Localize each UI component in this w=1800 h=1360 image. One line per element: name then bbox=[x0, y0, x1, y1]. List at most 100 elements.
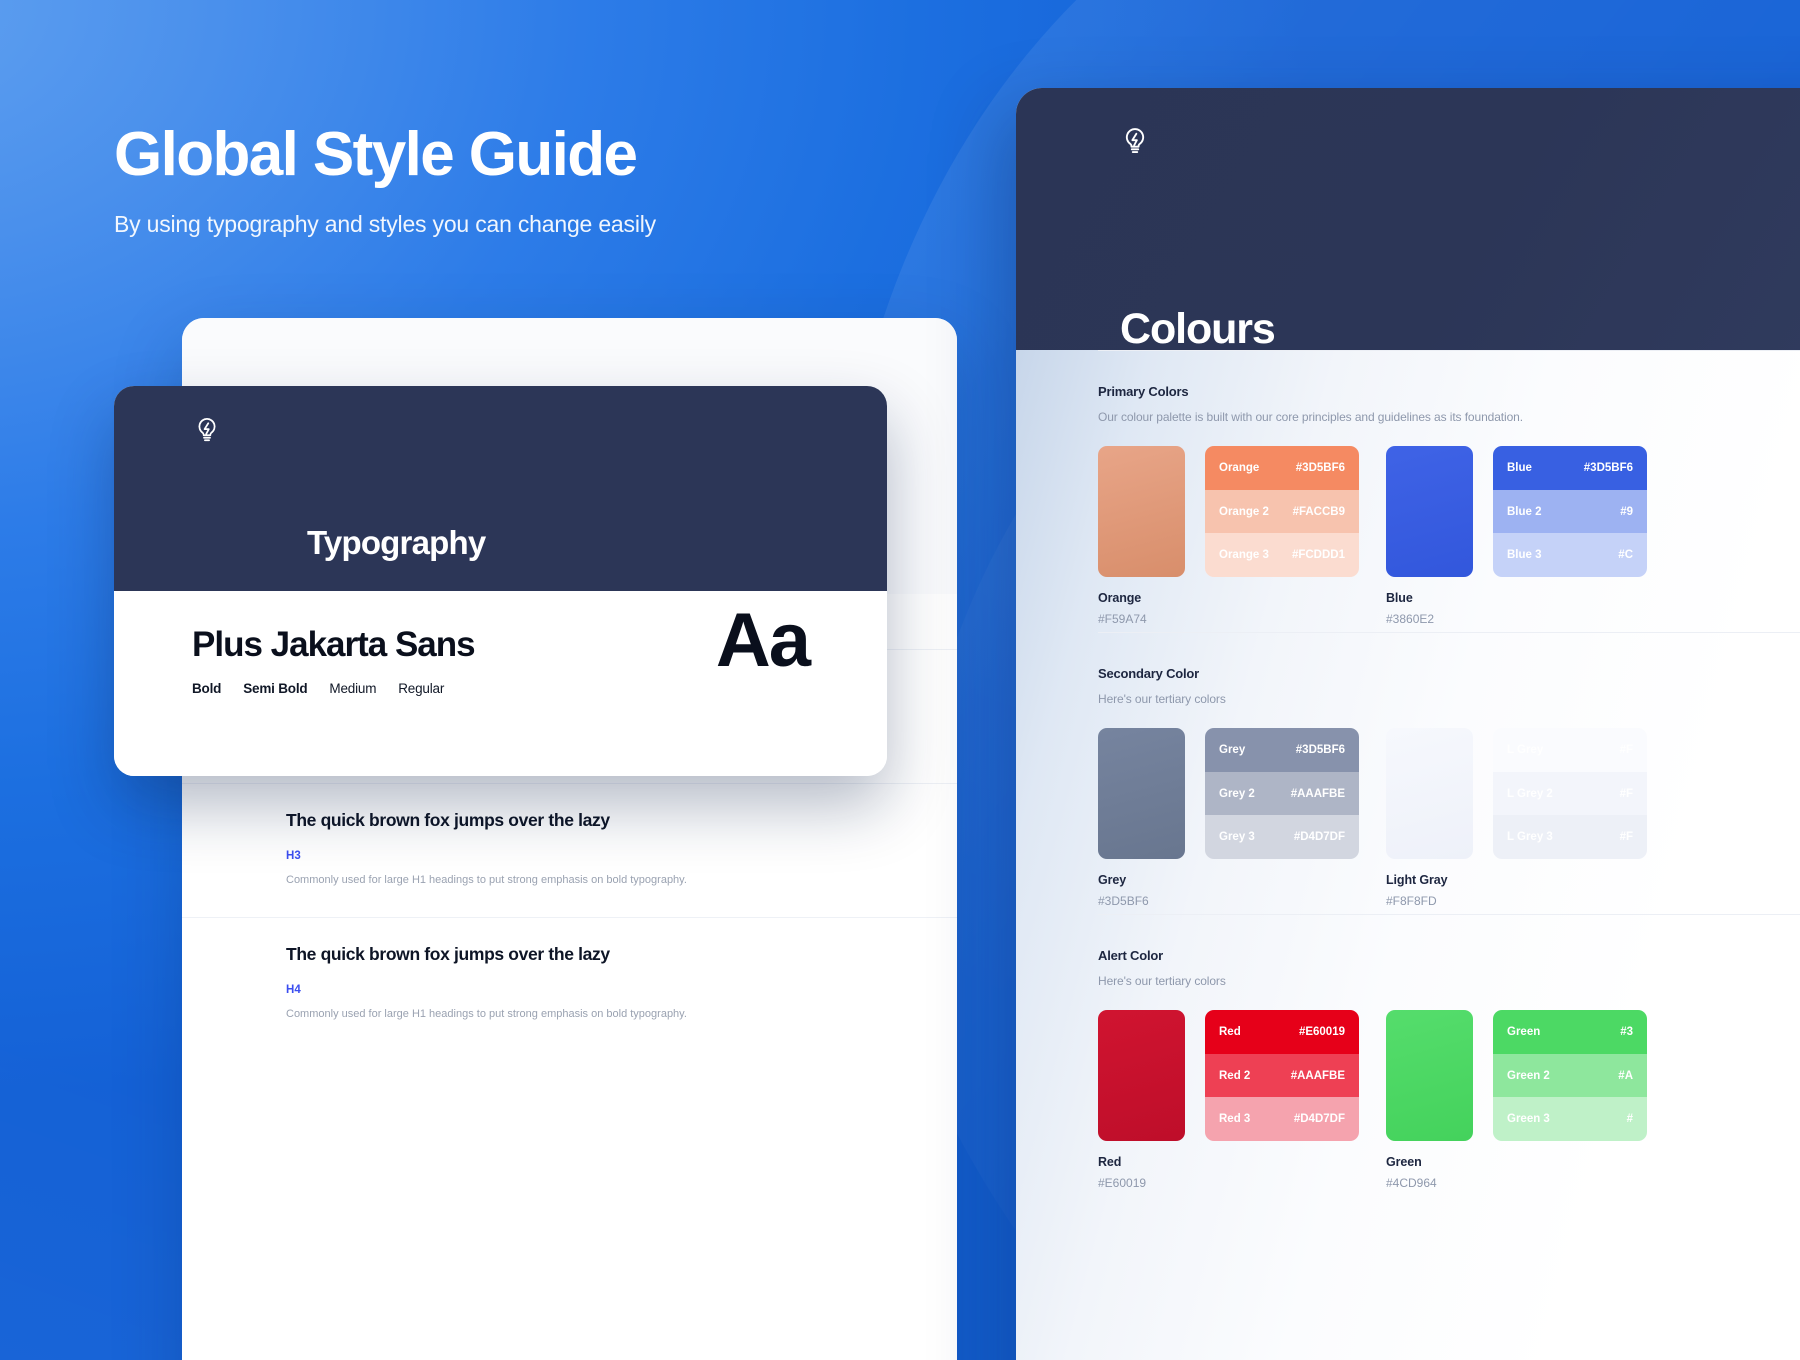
shade-hex: #F bbox=[1619, 743, 1633, 756]
shade-row[interactable]: Blue #3D5BF6 bbox=[1493, 446, 1647, 490]
shade-hex: #D4D7DF bbox=[1293, 831, 1345, 844]
section-divider bbox=[1098, 632, 1800, 633]
shade-row[interactable]: Green 3 # bbox=[1493, 1097, 1647, 1141]
shade-label: Orange bbox=[1219, 461, 1260, 474]
shade-label: Red bbox=[1219, 1025, 1241, 1038]
shade-row[interactable]: Grey #3D5BF6 bbox=[1205, 728, 1359, 772]
shade-row[interactable]: Orange #3D5BF6 bbox=[1205, 446, 1359, 490]
shade-row[interactable]: Red 3 #D4D7DF bbox=[1205, 1097, 1359, 1141]
typography-description: Commonly used for large H1 headings to p… bbox=[286, 1008, 687, 1021]
colour-meta: Blue #3860E2 bbox=[1386, 591, 1654, 626]
colour-hex: #4CD964 bbox=[1386, 1176, 1437, 1190]
typography-card-header: Typography bbox=[114, 386, 887, 591]
swatch-row: Red #E60019 Red 2 #AAAFBE Red 3 #D4D7DF Red #E6… bbox=[1098, 1010, 1800, 1190]
font-family-name: Plus Jakarta Sans bbox=[192, 625, 476, 664]
shade-label: L Grey 3 bbox=[1507, 831, 1553, 844]
shade-hex: #3D5BF6 bbox=[1295, 461, 1345, 474]
shade-hex: #C bbox=[1618, 549, 1633, 562]
shade-hex: #D4D7DF bbox=[1293, 1113, 1345, 1126]
colour-section-title: Alert Color bbox=[1098, 948, 1163, 963]
shade-label: Red 2 bbox=[1219, 1069, 1251, 1082]
colour-section: Secondary Color Here's our tertiary color… bbox=[1016, 632, 1800, 908]
colour-hex: #3860E2 bbox=[1386, 612, 1435, 626]
colour-section-title: Primary Colors bbox=[1098, 384, 1189, 399]
shade-row[interactable]: Green #3 bbox=[1493, 1010, 1647, 1054]
typography-sample-text: The quick brown fox jumps over the lazy bbox=[286, 944, 610, 965]
shade-row[interactable]: Orange 3 #FCDDD1 bbox=[1205, 533, 1359, 577]
lightbulb-bolt-icon bbox=[1120, 126, 1150, 156]
shade-row[interactable]: L Grey 3 #F bbox=[1493, 815, 1647, 859]
section-divider bbox=[1098, 350, 1800, 351]
shade-label: Green 2 bbox=[1507, 1069, 1550, 1082]
swatch-pair: Grey #3D5BF6 Grey 2 #AAAFBE Grey 3 #D4D7DF bbox=[1098, 728, 1366, 859]
colour-hex: #E60019 bbox=[1098, 1176, 1147, 1190]
shade-hex: # bbox=[1626, 1113, 1633, 1126]
swatch-pair: Green #3 Green 2 #A Green 3 # bbox=[1386, 1010, 1654, 1141]
shade-row[interactable]: L Grey #F bbox=[1493, 728, 1647, 772]
colour-name: Orange bbox=[1098, 591, 1142, 605]
shade-row[interactable]: Green 2 #A bbox=[1493, 1053, 1647, 1098]
colour-name: Red bbox=[1098, 1155, 1122, 1169]
colours-title: Colours bbox=[1120, 305, 1276, 353]
colour-group: Grey #3D5BF6 Grey 2 #AAAFBE Grey 3 #D4D7DF Gre… bbox=[1098, 728, 1366, 908]
solid-colour-swatch[interactable] bbox=[1386, 1010, 1473, 1141]
colour-meta: Orange #F59A74 bbox=[1098, 591, 1366, 626]
shade-hex: #FCDDD1 bbox=[1291, 549, 1345, 562]
section-divider bbox=[1098, 914, 1800, 915]
solid-colour-swatch[interactable] bbox=[1098, 446, 1185, 577]
shade-label: Orange 2 bbox=[1219, 505, 1269, 518]
shade-row[interactable]: Blue 3 #C bbox=[1493, 533, 1647, 577]
colour-meta: Grey #3D5BF6 bbox=[1098, 873, 1366, 908]
shade-label: Orange 3 bbox=[1219, 549, 1269, 562]
swatch-pair: Blue #3D5BF6 Blue 2 #9 Blue 3 #C bbox=[1386, 446, 1654, 577]
solid-colour-swatch[interactable] bbox=[1098, 728, 1185, 859]
colour-group: Green #3 Green 2 #A Green 3 # Green #4CD964 bbox=[1386, 1010, 1654, 1190]
shade-label: Green bbox=[1507, 1025, 1541, 1038]
shade-stack-swatch[interactable]: Blue #3D5BF6 Blue 2 #9 Blue 3 #C bbox=[1493, 446, 1647, 577]
shade-hex: #AAAFBE bbox=[1290, 1069, 1345, 1082]
shade-label: Grey 3 bbox=[1219, 831, 1255, 844]
swatch-pair: L Grey #F L Grey 2 #F L Grey 3 #F bbox=[1386, 728, 1654, 859]
shade-row[interactable]: Grey 3 #D4D7DF bbox=[1205, 815, 1359, 859]
colours-content: Primary Colors Our colour palette is buil… bbox=[1016, 350, 1800, 1360]
typography-level-tag: H3 bbox=[286, 850, 301, 863]
shade-hex: #E60019 bbox=[1298, 1025, 1345, 1038]
shade-hex: #3D5BF6 bbox=[1295, 743, 1345, 756]
colour-hex: #3D5BF6 bbox=[1098, 894, 1149, 908]
lightbulb-bolt-icon bbox=[193, 416, 221, 444]
shade-stack-swatch[interactable]: L Grey #F L Grey 2 #F L Grey 3 #F bbox=[1493, 728, 1647, 859]
shade-stack-swatch[interactable]: Orange #3D5BF6 Orange 2 #FACCB9 Orange 3 #FCD… bbox=[1205, 446, 1359, 577]
swatch-row: Orange #3D5BF6 Orange 2 #FACCB9 Orange 3 #FCD… bbox=[1098, 446, 1800, 626]
swatch-row: Grey #3D5BF6 Grey 2 #AAAFBE Grey 3 #D4D7DF Gre… bbox=[1098, 728, 1800, 908]
shade-row[interactable]: Red #E60019 bbox=[1205, 1010, 1359, 1054]
typography-level-tag: H4 bbox=[286, 984, 301, 997]
solid-colour-swatch[interactable] bbox=[1386, 446, 1473, 577]
shade-label: Blue 3 bbox=[1507, 549, 1542, 562]
solid-colour-swatch[interactable] bbox=[1386, 728, 1473, 859]
shade-row[interactable]: Red 2 #AAAFBE bbox=[1205, 1053, 1359, 1098]
shade-label: Grey bbox=[1219, 743, 1246, 756]
colour-name: Green bbox=[1386, 1155, 1422, 1169]
hero-block: Global Style Guide By using typography a… bbox=[114, 120, 874, 238]
page-title: Global Style Guide bbox=[114, 120, 638, 189]
shade-stack-swatch[interactable]: Green #3 Green 2 #A Green 3 # bbox=[1493, 1010, 1647, 1141]
colour-meta: Light Gray #F8F8FD bbox=[1386, 873, 1654, 908]
shade-hex: #F bbox=[1619, 831, 1633, 844]
colour-meta: Green #4CD964 bbox=[1386, 1155, 1654, 1190]
shade-row[interactable]: L Grey 2 #F bbox=[1493, 771, 1647, 816]
shade-hex: #9 bbox=[1620, 505, 1633, 518]
shade-row[interactable]: Orange 2 #FACCB9 bbox=[1205, 489, 1359, 534]
colours-card: Colours Primary Colors Our colour palette… bbox=[1016, 88, 1800, 1360]
shade-row[interactable]: Blue 2 #9 bbox=[1493, 489, 1647, 534]
shade-label: Red 3 bbox=[1219, 1113, 1251, 1126]
shade-row[interactable]: Grey 2 #AAAFBE bbox=[1205, 771, 1359, 816]
page-subtitle: By using typography and styles you can c… bbox=[114, 210, 656, 237]
shade-stack-swatch[interactable]: Red #E60019 Red 2 #AAAFBE Red 3 #D4D7DF bbox=[1205, 1010, 1359, 1141]
colour-name: Light Gray bbox=[1386, 873, 1448, 887]
shade-stack-swatch[interactable]: Grey #3D5BF6 Grey 2 #AAAFBE Grey 3 #D4D7DF bbox=[1205, 728, 1359, 859]
colour-name: Grey bbox=[1098, 873, 1127, 887]
solid-colour-swatch[interactable] bbox=[1098, 1010, 1185, 1141]
colour-group: Red #E60019 Red 2 #AAAFBE Red 3 #D4D7DF Red #E6… bbox=[1098, 1010, 1366, 1190]
colour-section: Alert Color Here's our tertiary colors Red… bbox=[1016, 914, 1800, 1190]
shade-label: L Grey bbox=[1507, 743, 1544, 756]
